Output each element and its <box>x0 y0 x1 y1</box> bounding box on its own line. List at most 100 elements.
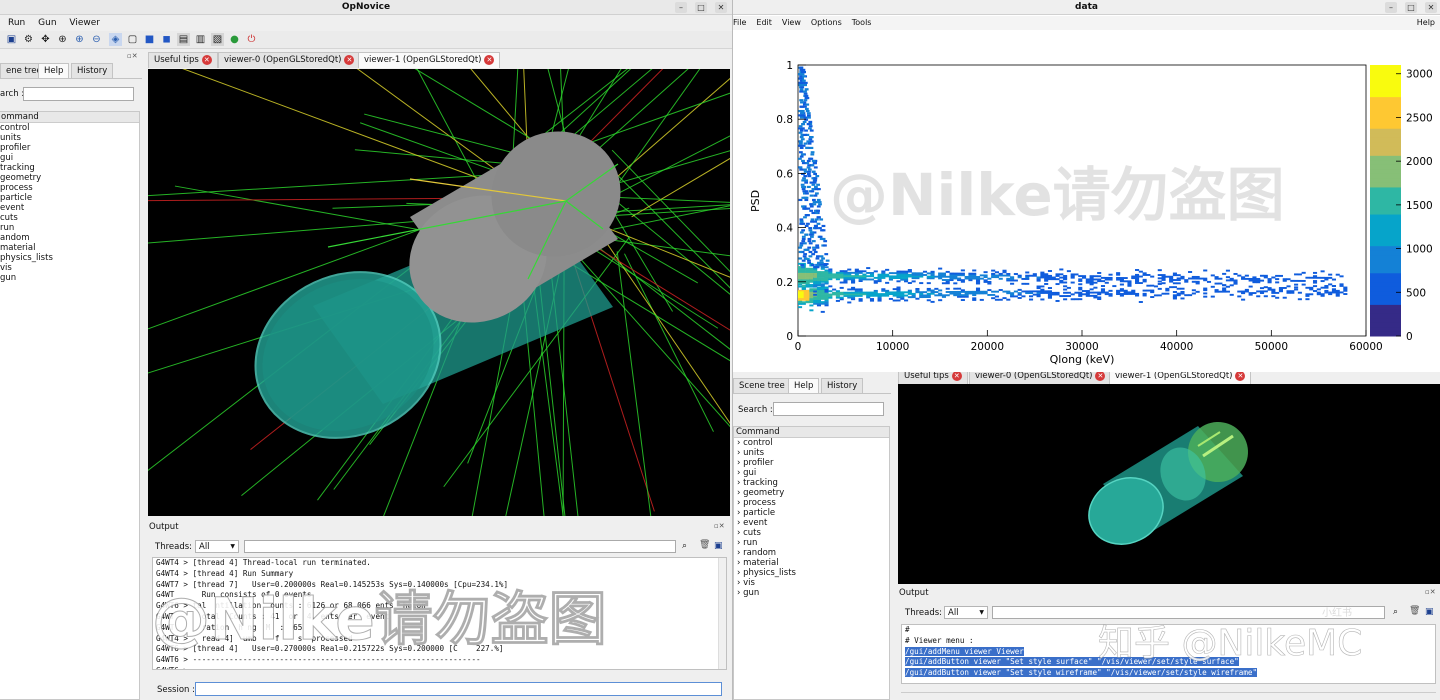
close-tab-icon[interactable]: ✕ <box>1095 372 1106 381</box>
tree-item[interactable]: tracking <box>0 163 139 173</box>
save-output-icon[interactable]: ▣ <box>714 541 723 551</box>
save-icon[interactable]: ▣ <box>5 33 18 46</box>
chart-maximize-button[interactable]: □ <box>1405 2 1417 13</box>
tree-item[interactable]: › control <box>734 438 889 448</box>
tree-item[interactable]: physics_lists <box>0 253 139 263</box>
solid-icon[interactable]: ■ <box>143 33 156 46</box>
tree-item[interactable]: andom <box>0 233 139 243</box>
tree-item[interactable]: geometry <box>0 173 139 183</box>
run-beam-icon[interactable]: ● <box>228 33 241 46</box>
tree-item[interactable]: › particle <box>734 508 889 518</box>
heatmap-cell <box>804 181 809 184</box>
tree-item[interactable]: › vis <box>734 578 889 588</box>
tab-useful-tips-2[interactable]: Useful tips ✕ <box>898 372 968 384</box>
zoom-in-icon[interactable]: ⊕ <box>73 33 86 46</box>
tree-item[interactable]: event <box>0 203 139 213</box>
close-tab-icon[interactable]: ✕ <box>951 372 962 381</box>
session-input[interactable] <box>195 682 722 696</box>
tree-item[interactable]: › geometry <box>734 488 889 498</box>
menu-run[interactable]: Run <box>0 16 30 30</box>
tab-viewer-0[interactable]: viewer-0 (OpenGLStoredQt) ✕ <box>218 52 361 68</box>
target-icon[interactable]: ⊕ <box>56 33 69 46</box>
menu-help[interactable]: Help <box>1412 16 1440 30</box>
opengl-viewer-3d[interactable] <box>148 69 730 516</box>
output-filter-input-2[interactable] <box>992 606 1385 619</box>
search-icon-2[interactable]: ⌕ <box>1393 607 1398 617</box>
tab-viewer-0-2[interactable]: viewer-0 (OpenGLStoredQt) ✕ <box>969 372 1112 384</box>
tree-item[interactable]: › process <box>734 498 889 508</box>
tree-item[interactable]: › material <box>734 558 889 568</box>
tab-history-2[interactable]: History <box>821 378 864 394</box>
tree-item[interactable]: › physics_lists <box>734 568 889 578</box>
surface-icon[interactable]: ◼ <box>160 33 173 46</box>
tab-history[interactable]: History <box>71 63 114 79</box>
close-tab-icon[interactable]: ✕ <box>201 54 212 65</box>
close-button[interactable]: ✕ <box>715 2 727 13</box>
close-tab-icon[interactable]: ✕ <box>344 54 355 65</box>
tree-item[interactable]: particle <box>0 193 139 203</box>
menu-tools[interactable]: Tools <box>847 16 877 30</box>
close-tab-icon[interactable]: ✕ <box>1235 372 1246 381</box>
hidden-line-icon[interactable]: ▥ <box>194 33 207 46</box>
tree-item[interactable]: › profiler <box>734 458 889 468</box>
chart-close-button[interactable]: ✕ <box>1425 2 1437 13</box>
tree-item[interactable]: vis <box>0 263 139 273</box>
search-input-2[interactable] <box>773 402 884 416</box>
chart-minimize-button[interactable]: – <box>1385 2 1397 13</box>
close-tab-icon[interactable]: ✕ <box>484 54 495 65</box>
tree-item[interactable]: › run <box>734 538 889 548</box>
tab-help[interactable]: Help <box>38 63 70 79</box>
menu-file[interactable]: File <box>733 16 751 30</box>
console-scrollbar[interactable] <box>718 558 726 669</box>
tree-item[interactable]: gun <box>0 273 139 283</box>
tree-item[interactable]: › gui <box>734 468 889 478</box>
heatmap-cell <box>811 211 816 215</box>
psd-heatmap-chart[interactable]: 0 10000 20000 30000 40000 50000 6000000.20.40.… <box>733 31 1440 372</box>
move-icon[interactable]: ✥ <box>39 33 52 46</box>
tab-useful-tips[interactable]: Useful tips ✕ <box>148 52 218 68</box>
trash-icon[interactable]: 🗑 <box>699 540 710 550</box>
tab-viewer-1-2[interactable]: viewer-1 (OpenGLStoredQt) ✕ <box>1109 372 1252 384</box>
threads-select[interactable]: All ▼ <box>195 540 239 553</box>
output-console[interactable]: G4WT4 > [thread 4] Thread-local run term… <box>152 557 727 670</box>
tree-item[interactable]: profiler <box>0 143 139 153</box>
tree-item[interactable]: control <box>0 123 139 133</box>
tree-item[interactable]: gui <box>0 153 139 163</box>
trash-icon-2[interactable]: 🗑 <box>1409 606 1420 616</box>
wireframe-icon[interactable]: ▤ <box>177 33 190 46</box>
threads-select-2[interactable]: All ▼ <box>944 606 988 619</box>
tab-help-2[interactable]: Help <box>788 378 820 394</box>
tree-item[interactable]: › tracking <box>734 478 889 488</box>
opengl-viewer-3d-2[interactable] <box>898 384 1440 584</box>
tree-item[interactable]: units <box>0 133 139 143</box>
search-input[interactable] <box>23 87 134 101</box>
tree-item[interactable]: › gun <box>734 588 889 598</box>
tree-item[interactable]: › units <box>734 448 889 458</box>
tree-item[interactable]: cuts <box>0 213 139 223</box>
menu-options[interactable]: Options <box>806 16 847 30</box>
output-console-2[interactable]: # # Viewer menu :/gui/addMenu viewer View… <box>901 624 1436 684</box>
tab-viewer-1[interactable]: viewer-1 (OpenGLStoredQt) ✕ <box>358 52 501 68</box>
tree-item[interactable]: › event <box>734 518 889 528</box>
perspective-icon[interactable]: ◈ <box>109 33 122 46</box>
search-icon[interactable]: ⌕ <box>682 541 687 551</box>
tree-item[interactable]: › cuts <box>734 528 889 538</box>
tree-item[interactable]: › random <box>734 548 889 558</box>
save-output-icon-2[interactable]: ▣ <box>1425 607 1434 617</box>
power-icon[interactable]: ⏻ <box>245 33 258 46</box>
tree-item[interactable]: run <box>0 223 139 233</box>
hidden-surface-icon[interactable]: ▧ <box>211 33 224 46</box>
menu-view[interactable]: View <box>777 16 806 30</box>
gear-icon[interactable]: ⚙ <box>22 33 35 46</box>
ortho-icon[interactable]: ▢ <box>126 33 139 46</box>
minimize-button[interactable]: – <box>675 2 687 13</box>
tree-item[interactable]: process <box>0 183 139 193</box>
menu-viewer[interactable]: Viewer <box>64 16 105 30</box>
tree-item[interactable]: material <box>0 243 139 253</box>
maximize-button[interactable]: □ <box>695 2 707 13</box>
tab-scene-tree-2[interactable]: Scene tree <box>733 378 791 394</box>
menu-edit[interactable]: Edit <box>751 16 777 30</box>
output-filter-input[interactable] <box>244 540 676 553</box>
zoom-out-icon[interactable]: ⊖ <box>90 33 103 46</box>
menu-gun[interactable]: Gun <box>33 16 61 30</box>
